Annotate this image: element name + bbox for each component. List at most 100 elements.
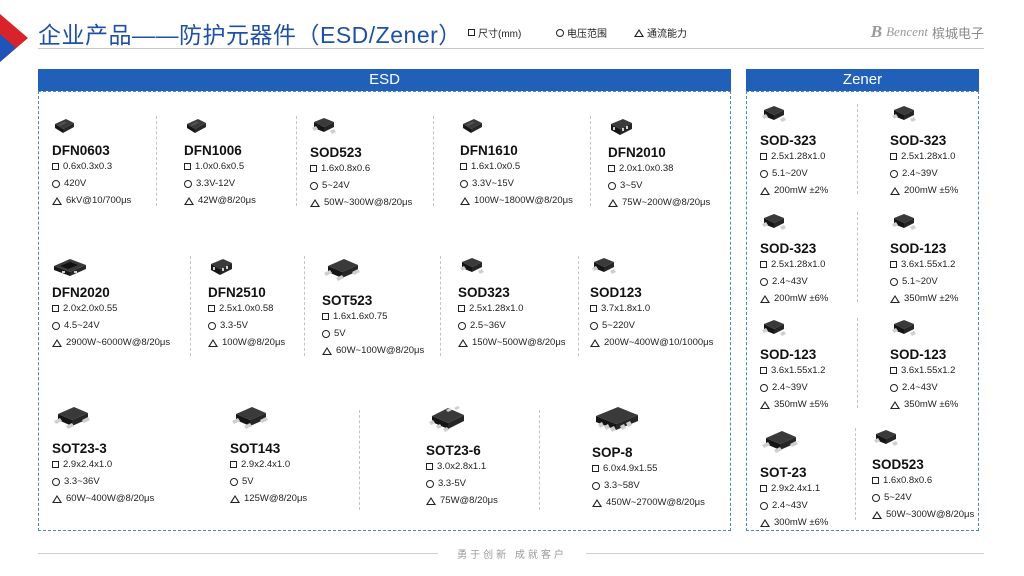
esd-heading: ESD [369, 71, 400, 88]
spec-voltage: 3.3-5V [208, 317, 285, 334]
product-card-zener: SOT-23 2.9x2.4x1.1 2.4~43V 300mW ±6% [760, 428, 828, 531]
spec-current: 350mW ±6% [890, 396, 958, 413]
divider [296, 116, 297, 206]
zener-panel-header: Zener [746, 69, 979, 91]
square-icon [230, 461, 237, 468]
divider [304, 256, 305, 356]
header-divider [38, 48, 984, 49]
spec-size: 2.9x2.4x1.0 [230, 456, 307, 473]
spec-current: 125W@8/20μs [230, 490, 307, 507]
product-card-zener: SOD-323 2.5x1.28x1.0 5.1~20V 200mW ±2% [760, 104, 828, 199]
spec-current-value: 6kV@10/700μs [66, 195, 132, 206]
legend-voltage: 电压范围 [556, 25, 607, 40]
spec-voltage: 5~24V [872, 489, 974, 506]
triangle-icon [590, 338, 600, 347]
circle-icon [890, 383, 898, 392]
spec-voltage-value: 5~24V [322, 180, 350, 191]
spec-size-value: 3.6x1.55x1.2 [901, 259, 956, 270]
square-icon [592, 465, 599, 472]
product-card-esd: DFN2010 2.0x1.0x0.38 3~5V 75W~200W@8/20μ… [608, 116, 710, 211]
triangle-icon [890, 294, 900, 303]
footer-slogan: 勇于创新 成就客户 [457, 550, 567, 561]
spec-current: 200mW ±5% [890, 182, 958, 199]
spec-size: 2.5x1.28x1.0 [760, 148, 828, 165]
triangle-icon [760, 400, 770, 409]
spec-size: 1.6x1.6x0.75 [322, 308, 424, 325]
spec-size: 3.6x1.55x1.2 [890, 256, 958, 273]
spec-size-value: 3.6x1.55x1.2 [771, 365, 826, 376]
square-icon [52, 305, 59, 312]
triangle-icon [890, 186, 900, 195]
square-icon [208, 305, 215, 312]
square-icon [890, 367, 897, 374]
spec-voltage-value: 3.3-5V [220, 320, 248, 331]
zener-heading: Zener [842, 71, 883, 88]
product-name: SOT23-6 [426, 443, 481, 458]
sod-package-icon [458, 256, 566, 283]
spec-size: 2.0x2.0x0.55 [52, 300, 170, 317]
product-card-zener: SOD-323 2.5x1.28x1.0 2.4~39V 200mW ±5% [890, 104, 958, 199]
square-icon [310, 165, 317, 172]
spec-current-value: 60W~400W@8/20μs [66, 493, 155, 504]
legend-current-label: 通流能力 [647, 29, 687, 40]
product-name: SOD-123 [890, 241, 947, 256]
spec-current: 60W~400W@8/20μs [52, 490, 154, 507]
triangle-icon [52, 338, 62, 347]
spec-current-value: 75W~200W@8/20μs [622, 197, 711, 208]
square-icon [890, 153, 897, 160]
spec-size-value: 1.6x0.8x0.6 [883, 475, 933, 486]
spec-voltage: 2.4~43V [890, 379, 958, 396]
product-card-esd: SOT143 2.9x2.4x1.0 5V 125W@8/20μs [230, 404, 307, 507]
spec-current-value: 350mW ±2% [904, 293, 959, 304]
spec-voltage-value: 4.5~24V [64, 320, 100, 331]
spec-current: 150W~500W@8/20μs [458, 334, 566, 351]
spec-size-value: 1.6x1.0x0.5 [471, 161, 521, 172]
square-icon [760, 261, 767, 268]
spec-current-value: 200mW ±5% [904, 185, 959, 196]
sod-package-icon [872, 428, 974, 455]
circle-icon [52, 321, 60, 330]
triangle-icon [458, 338, 468, 347]
product-name: SOD523 [872, 457, 924, 472]
circle-icon [208, 321, 216, 330]
divider [539, 410, 540, 510]
spec-voltage: 5V [230, 473, 307, 490]
spec-current: 6kV@10/700μs [52, 192, 131, 209]
product-card-esd: SOT23-6 3.0x2.8x1.1 3.3-5V 75W@8/20μs [426, 404, 498, 509]
legend-voltage-label: 电压范围 [567, 29, 607, 40]
spec-voltage: 3~5V [608, 177, 710, 194]
triangle-icon [760, 186, 770, 195]
triangle-icon [760, 518, 770, 527]
circle-icon [592, 481, 600, 490]
divider [440, 256, 441, 356]
spec-voltage: 2.4~43V [760, 273, 828, 290]
spec-current: 75W@8/20μs [426, 492, 498, 509]
spec-current: 2900W~6000W@8/20μs [52, 334, 170, 351]
spec-voltage-value: 2.4~39V [902, 168, 938, 179]
spec-size: 2.5x1.28x1.0 [760, 256, 828, 273]
spec-voltage: 2.5~36V [458, 317, 566, 334]
dfn-wide-package-icon [52, 256, 170, 283]
spec-size: 3.6x1.55x1.2 [760, 362, 828, 379]
circle-icon [460, 179, 468, 188]
dfn-pads-package-icon [208, 256, 285, 283]
product-name: SOT143 [230, 441, 281, 456]
spec-voltage-value: 2.5~36V [470, 320, 506, 331]
spec-current-value: 350mW ±6% [904, 399, 959, 410]
spec-current: 50W~300W@8/20μs [872, 506, 974, 523]
circle-icon [52, 179, 60, 188]
spec-size-value: 1.6x0.8x0.6 [321, 163, 371, 174]
spec-size-value: 2.5x1.28x1.0 [469, 303, 524, 314]
spec-size-value: 3.6x1.55x1.2 [901, 365, 956, 376]
square-icon [426, 463, 433, 470]
circle-icon [890, 277, 898, 286]
spec-size-value: 2.5x1.28x1.0 [771, 259, 826, 270]
divider [433, 116, 434, 206]
spec-voltage: 5~24V [310, 177, 412, 194]
sod-package-icon [890, 104, 958, 131]
spec-voltage-value: 5V [334, 328, 346, 339]
spec-size-value: 2.9x2.4x1.1 [771, 483, 821, 494]
square-icon [468, 29, 475, 36]
spec-size-value: 2.5x1.0x0.58 [219, 303, 274, 314]
product-name: SOP-8 [592, 445, 633, 460]
